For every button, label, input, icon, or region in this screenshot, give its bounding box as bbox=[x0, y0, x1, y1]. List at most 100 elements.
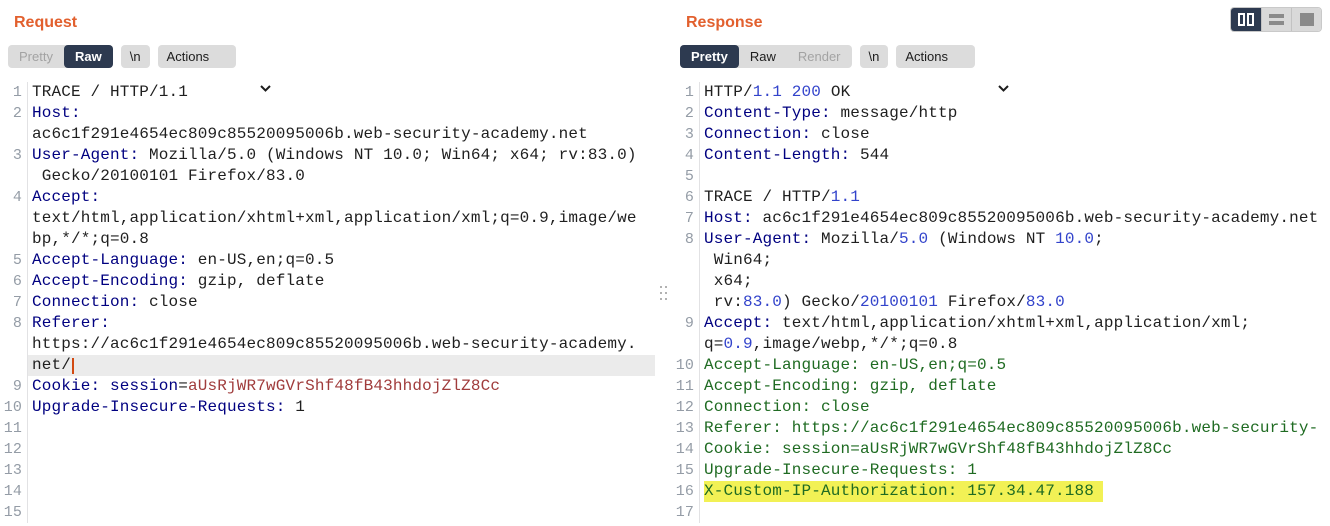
code-line: x64; bbox=[672, 271, 1330, 292]
chevron-down-icon bbox=[216, 53, 227, 60]
layout-toggle-group bbox=[1230, 7, 1322, 32]
code-text[interactable] bbox=[28, 418, 655, 439]
response-editor[interactable]: 1HTTP/1.1 200 OK2Content-Type: message/h… bbox=[672, 82, 1330, 526]
code-text[interactable]: Referer: https://ac6c1f291e4654ec809c855… bbox=[700, 418, 1330, 439]
code-text[interactable]: TRACE / HTTP/1.1 bbox=[700, 187, 1330, 208]
code-text[interactable]: Accept-Encoding: gzip, deflate bbox=[28, 271, 655, 292]
request-editor[interactable]: 1TRACE / HTTP/1.12Host:ac6c1f291e4654ec8… bbox=[0, 82, 655, 526]
code-line: 3Connection: close bbox=[672, 124, 1330, 145]
code-text[interactable]: text/html,application/xhtml+xml,applicat… bbox=[28, 208, 655, 229]
code-text[interactable]: Cookie: session=aUsRjWR7wGVrShf48fB43hhd… bbox=[700, 439, 1330, 460]
code-line: https://ac6c1f291e4654ec809c85520095006b… bbox=[0, 334, 655, 355]
tab-raw[interactable]: Raw bbox=[739, 45, 787, 68]
code-text[interactable]: x64; bbox=[700, 271, 1330, 292]
line-number bbox=[0, 334, 28, 355]
code-text[interactable]: q=0.9,image/webp,*/*;q=0.8 bbox=[700, 334, 1330, 355]
code-text[interactable]: Upgrade-Insecure-Requests: 1 bbox=[700, 460, 1330, 481]
code-text[interactable] bbox=[28, 481, 655, 502]
line-number: 17 bbox=[672, 502, 700, 523]
code-text[interactable]: Accept-Language: en-US,en;q=0.5 bbox=[28, 250, 655, 271]
code-segment: Content-Length: bbox=[704, 146, 850, 164]
code-segment: OK bbox=[821, 83, 850, 101]
layout-single-icon bbox=[1300, 13, 1314, 26]
layout-columns-button[interactable] bbox=[1231, 8, 1261, 31]
code-line: 11 bbox=[0, 418, 655, 439]
code-segment: X-Custom-IP-Authorization: 157.34.47.188 bbox=[704, 482, 1094, 500]
code-text[interactable]: net/ bbox=[28, 355, 655, 376]
layout-rows-icon bbox=[1269, 14, 1284, 25]
request-title: Request bbox=[14, 14, 647, 32]
line-number bbox=[672, 250, 700, 271]
code-text[interactable]: Connection: close bbox=[28, 292, 655, 313]
code-text[interactable]: Gecko/20100101 Firefox/83.0 bbox=[28, 166, 655, 187]
code-segment: 0.9 bbox=[724, 335, 753, 353]
tab-pretty[interactable]: Pretty bbox=[680, 45, 739, 68]
code-text[interactable]: Connection: close bbox=[700, 397, 1330, 418]
code-text[interactable] bbox=[700, 502, 1330, 523]
code-segment: 10.0 bbox=[1055, 230, 1094, 248]
code-text[interactable]: Accept: text/html,application/xhtml+xml,… bbox=[700, 313, 1330, 334]
tab-render[interactable]: Render bbox=[787, 45, 852, 68]
code-segment: ) Gecko/ bbox=[782, 293, 860, 311]
code-text[interactable]: User-Agent: Mozilla/5.0 (Windows NT 10.0… bbox=[700, 229, 1330, 250]
tab-raw[interactable]: Raw bbox=[64, 45, 113, 68]
code-text[interactable]: HTTP/1.1 200 OK bbox=[700, 82, 1330, 103]
code-text[interactable]: Host: bbox=[28, 103, 655, 124]
code-text[interactable] bbox=[28, 460, 655, 481]
code-text[interactable]: bp,*/*;q=0.8 bbox=[28, 229, 655, 250]
line-number bbox=[0, 355, 28, 376]
code-segment: Content-Type: bbox=[704, 104, 831, 122]
newline-toggle-button[interactable]: \n bbox=[860, 45, 889, 68]
code-segment: 200 bbox=[792, 83, 821, 101]
code-line: 5 bbox=[672, 166, 1330, 187]
actions-dropdown[interactable]: Actions bbox=[896, 45, 975, 68]
code-line: 10Upgrade-Insecure-Requests: 1 bbox=[0, 397, 655, 418]
code-text[interactable]: Win64; bbox=[700, 250, 1330, 271]
code-text[interactable]: X-Custom-IP-Authorization: 157.34.47.188 bbox=[700, 481, 1330, 502]
code-text[interactable]: ac6c1f291e4654ec809c85520095006b.web-sec… bbox=[28, 124, 655, 145]
code-text[interactable]: Connection: close bbox=[700, 124, 1330, 145]
code-segment: message/http bbox=[831, 104, 958, 122]
line-number: 9 bbox=[672, 313, 700, 334]
panel-splitter[interactable] bbox=[655, 0, 672, 526]
line-number: 13 bbox=[0, 460, 28, 481]
code-text[interactable]: https://ac6c1f291e4654ec809c85520095006b… bbox=[28, 334, 655, 355]
layout-rows-button[interactable] bbox=[1261, 8, 1291, 31]
code-segment: Upgrade-Insecure-Requests: 1 bbox=[704, 461, 977, 479]
code-text[interactable]: Host: ac6c1f291e4654ec809c85520095006b.w… bbox=[700, 208, 1330, 229]
code-text[interactable] bbox=[28, 502, 655, 523]
code-text[interactable]: rv:83.0) Gecko/20100101 Firefox/83.0 bbox=[700, 292, 1330, 313]
line-number bbox=[0, 124, 28, 145]
code-line: 8Referer: bbox=[0, 313, 655, 334]
tab-pretty[interactable]: Pretty bbox=[8, 45, 64, 68]
code-text[interactable]: User-Agent: Mozilla/5.0 (Windows NT 10.0… bbox=[28, 145, 655, 166]
code-text[interactable]: Accept-Language: en-US,en;q=0.5 bbox=[700, 355, 1330, 376]
code-text[interactable]: Cookie: session=aUsRjWR7wGVrShf48fB43hhd… bbox=[28, 376, 655, 397]
code-text[interactable]: Accept-Encoding: gzip, deflate bbox=[700, 376, 1330, 397]
response-title: Response bbox=[686, 14, 1322, 32]
splitter-grip-icon bbox=[660, 286, 662, 288]
code-text[interactable]: Accept: bbox=[28, 187, 655, 208]
code-text[interactable]: Content-Type: message/http bbox=[700, 103, 1330, 124]
layout-columns-icon bbox=[1238, 13, 1254, 26]
code-text[interactable]: Content-Length: 544 bbox=[700, 145, 1330, 166]
code-line: 6Accept-Encoding: gzip, deflate bbox=[0, 271, 655, 292]
code-segment: TRACE / HTTP/1.1 bbox=[32, 83, 188, 101]
code-segment: ; bbox=[1094, 230, 1104, 248]
code-segment: ,image/webp,*/*;q=0.8 bbox=[753, 335, 958, 353]
code-line: 15Upgrade-Insecure-Requests: 1 bbox=[672, 460, 1330, 481]
line-number: 2 bbox=[672, 103, 700, 124]
code-segment: 83.0 bbox=[743, 293, 782, 311]
code-text[interactable] bbox=[28, 439, 655, 460]
code-segment: 1 bbox=[286, 398, 306, 416]
code-text[interactable] bbox=[700, 166, 1330, 187]
code-line: 12Connection: close bbox=[672, 397, 1330, 418]
code-text[interactable]: TRACE / HTTP/1.1 bbox=[28, 82, 655, 103]
response-view-tabs: Pretty Raw Render bbox=[680, 45, 852, 68]
actions-dropdown[interactable]: Actions bbox=[158, 45, 237, 68]
newline-toggle-button[interactable]: \n bbox=[121, 45, 150, 68]
layout-single-button[interactable] bbox=[1291, 8, 1321, 31]
code-text[interactable]: Referer: bbox=[28, 313, 655, 334]
code-text[interactable]: Upgrade-Insecure-Requests: 1 bbox=[28, 397, 655, 418]
line-number: 8 bbox=[0, 313, 28, 334]
